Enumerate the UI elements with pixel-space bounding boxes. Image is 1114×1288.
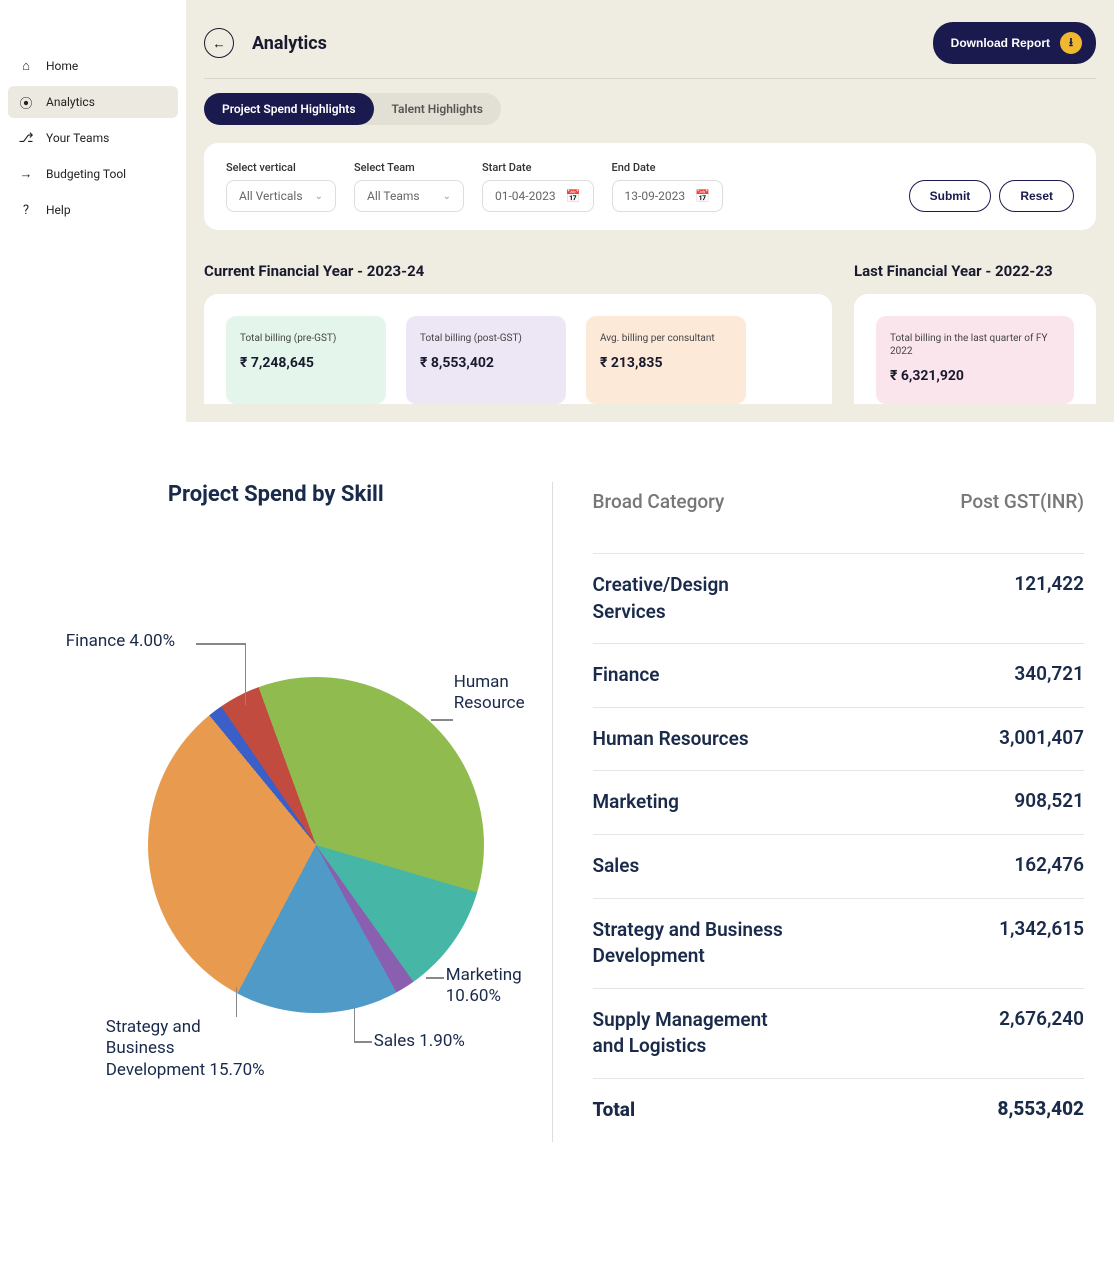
table-category: Creative/Design Services — [593, 572, 793, 625]
table-head-value: Post GST(INR) — [960, 490, 1084, 513]
stat-label: Avg. billing per consultant — [600, 332, 732, 345]
table-row: Human Resources 3,001,407 — [593, 707, 1085, 771]
table-category: Finance — [593, 662, 660, 689]
pie-label-sales: Sales 1.90% — [374, 1031, 465, 1052]
filter-card: Select vertical All Verticals ⌄ Select T… — [204, 143, 1096, 230]
sidebar-item-label: Help — [46, 203, 71, 217]
end-date-label: End Date — [612, 161, 724, 174]
stat-card: Total billing (post-GST) ₹ 8,553,402 — [406, 316, 566, 404]
budgeting-icon: → — [18, 166, 34, 182]
stat-value: ₹ 7,248,645 — [240, 355, 372, 371]
home-icon: ⌂ — [18, 58, 34, 74]
stat-value: ₹ 6,321,920 — [890, 368, 1060, 384]
sidebar-item-your-teams[interactable]: ⎇ Your Teams — [8, 122, 178, 154]
chart-title: Project Spend by Skill — [30, 482, 522, 507]
sidebar-item-label: Your Teams — [46, 131, 109, 145]
pie-label-strategy: Strategy and Business Development 15.70% — [106, 1017, 266, 1081]
stat-label: Total billing (post-GST) — [420, 332, 552, 345]
tab-talent-highlights[interactable]: Talent Highlights — [374, 93, 501, 125]
calendar-icon: 📅 — [566, 189, 581, 203]
table-category: Human Resources — [593, 726, 749, 753]
table-row: Sales 162,476 — [593, 834, 1085, 898]
last-fy-title: Last Financial Year - 2022-23 — [854, 262, 1096, 280]
analytics-icon: ⦿ — [18, 94, 34, 110]
sidebar: ⌂ Home ⦿ Analytics ⎇ Your Teams → Budgeting Too… — [0, 0, 186, 422]
main-panel: ← Analytics Download Report ⭳ Project Sp… — [186, 0, 1114, 422]
vertical-value: All Verticals — [239, 189, 303, 203]
sidebar-item-analytics[interactable]: ⦿ Analytics — [8, 86, 178, 118]
stat-card: Avg. billing per consultant ₹ 213,835 — [586, 316, 746, 404]
teams-icon: ⎇ — [18, 130, 34, 146]
table-value: 1,342,615 — [999, 917, 1084, 940]
team-select[interactable]: All Teams ⌄ — [354, 180, 464, 212]
stat-card: Total billing in the last quarter of FY … — [876, 316, 1074, 404]
table-value: 121,422 — [1014, 572, 1084, 595]
table-row: Finance 340,721 — [593, 643, 1085, 707]
sidebar-item-label: Analytics — [46, 95, 95, 109]
download-report-button[interactable]: Download Report ⭳ — [933, 22, 1096, 64]
spend-table: Broad Category Post GST(INR) Creative/De… — [553, 482, 1085, 1142]
table-category: Sales — [593, 853, 640, 880]
download-report-label: Download Report — [951, 36, 1050, 50]
end-date-input[interactable]: 13-09-2023 📅 — [612, 180, 724, 212]
sidebar-item-home[interactable]: ⌂ Home — [8, 50, 178, 82]
pie-label-marketing: Marketing10.60% — [446, 965, 522, 1008]
table-category: Marketing — [593, 789, 679, 816]
sidebar-item-label: Home — [46, 59, 78, 73]
vertical-label: Select vertical — [226, 161, 336, 174]
team-value: All Teams — [367, 189, 420, 203]
table-total-label: Total — [593, 1097, 636, 1124]
team-label: Select Team — [354, 161, 464, 174]
table-value: 3,001,407 — [999, 726, 1084, 749]
table-row-total: Total 8,553,402 — [593, 1078, 1085, 1142]
table-row: Supply Management and Logistics 2,676,240 — [593, 988, 1085, 1078]
calendar-icon: 📅 — [695, 189, 710, 203]
reset-button[interactable]: Reset — [999, 180, 1074, 212]
current-fy-title: Current Financial Year - 2023-24 — [204, 262, 832, 280]
stat-label: Total billing (pre-GST) — [240, 332, 372, 345]
start-date-input[interactable]: 01-04-2023 📅 — [482, 180, 594, 212]
table-row: Marketing 908,521 — [593, 770, 1085, 834]
tabs: Project Spend HighlightsTalent Highlight… — [204, 93, 1096, 125]
stat-value: ₹ 213,835 — [600, 355, 732, 371]
vertical-select[interactable]: All Verticals ⌄ — [226, 180, 336, 212]
header: ← Analytics Download Report ⭳ — [204, 22, 1096, 79]
stat-label: Total billing in the last quarter of FY … — [890, 332, 1060, 358]
arrow-left-icon: ← — [212, 36, 225, 51]
table-value: 162,476 — [1014, 853, 1084, 876]
end-date-value: 13-09-2023 — [625, 189, 686, 203]
pie-chart: Finance 4.00% Human Resource Marketing10… — [66, 567, 486, 1087]
help-icon: ? — [18, 202, 34, 218]
table-value: 908,521 — [1014, 789, 1084, 812]
chart-panel: Project Spend by Skill Finance 4.00% Hum… — [30, 482, 553, 1142]
page-title: Analytics — [252, 33, 327, 54]
pie-label-hr: Human Resource — [454, 672, 504, 715]
stat-card: Total billing (pre-GST) ₹ 7,248,645 — [226, 316, 386, 404]
table-category: Supply Management and Logistics — [593, 1007, 793, 1060]
table-category: Strategy and Business Development — [593, 917, 793, 970]
submit-button[interactable]: Submit — [909, 180, 992, 212]
pie-label-finance: Finance 4.00% — [66, 631, 175, 652]
table-total-value: 8,553,402 — [998, 1097, 1085, 1120]
start-date-label: Start Date — [482, 161, 594, 174]
start-date-value: 01-04-2023 — [495, 189, 556, 203]
chevron-down-icon: ⌄ — [315, 191, 323, 202]
table-value: 340,721 — [1014, 662, 1084, 685]
sidebar-item-budgeting-tool[interactable]: → Budgeting Tool — [8, 158, 178, 190]
table-head-category: Broad Category — [593, 490, 725, 513]
stat-value: ₹ 8,553,402 — [420, 355, 552, 371]
table-value: 2,676,240 — [999, 1007, 1084, 1030]
tab-project-spend-highlights[interactable]: Project Spend Highlights — [204, 93, 374, 125]
table-row: Creative/Design Services 121,422 — [593, 553, 1085, 643]
back-button[interactable]: ← — [204, 28, 234, 58]
sidebar-item-label: Budgeting Tool — [46, 167, 126, 181]
table-row: Strategy and Business Development 1,342,6… — [593, 898, 1085, 988]
chevron-down-icon: ⌄ — [443, 191, 451, 202]
sidebar-item-help[interactable]: ? Help — [8, 194, 178, 226]
download-icon: ⭳ — [1060, 32, 1082, 54]
